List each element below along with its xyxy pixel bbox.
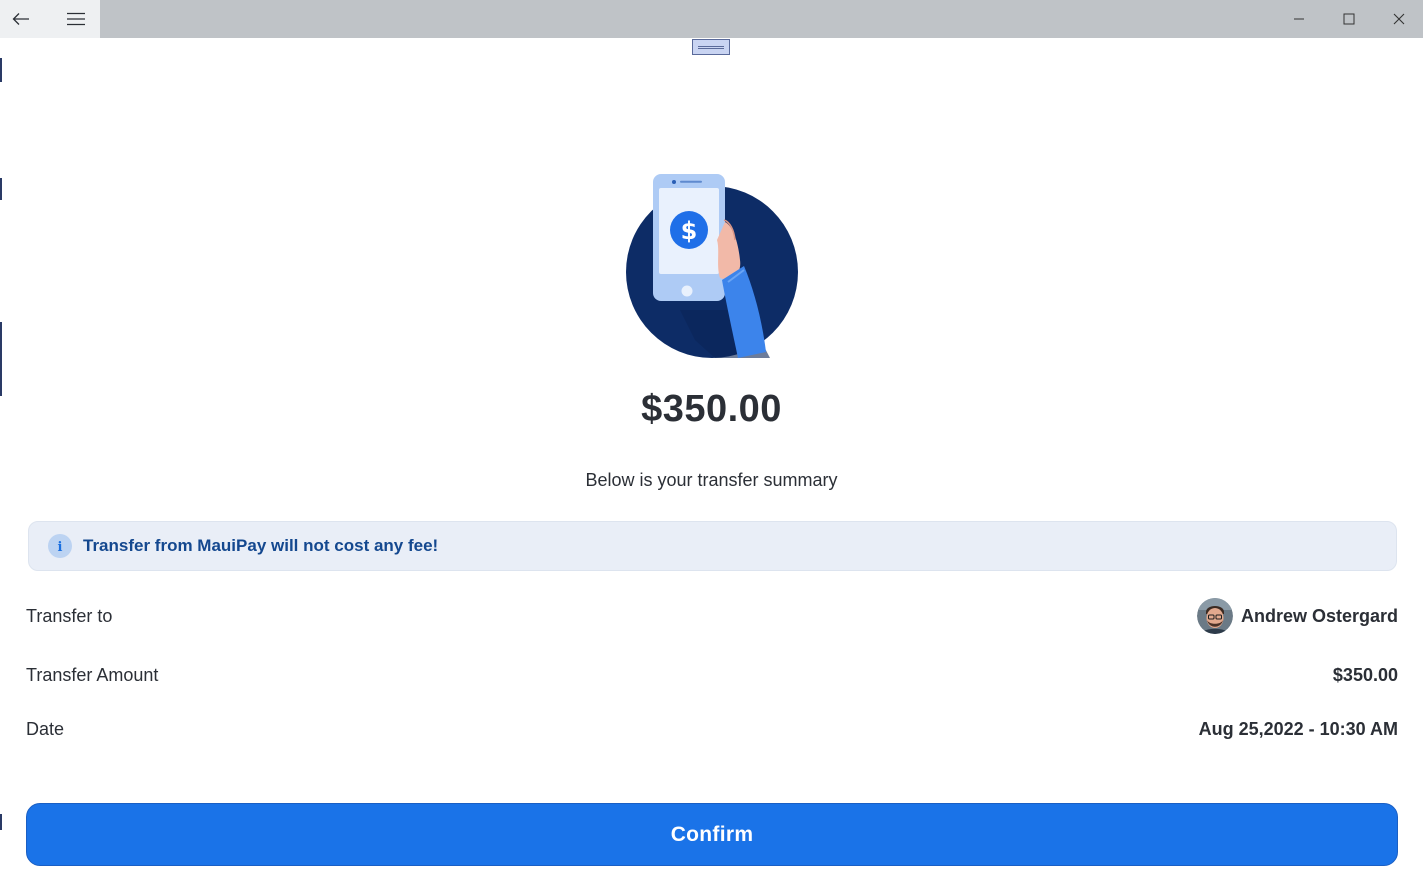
menu-button[interactable] (55, 0, 97, 38)
row-transfer-to: Transfer to Andrew Ostergard (26, 598, 1398, 634)
arrow-left-icon (12, 13, 29, 25)
transfer-to-label: Transfer to (26, 605, 113, 626)
close-icon (1393, 13, 1405, 25)
maximize-icon (1343, 13, 1355, 25)
svg-text:$: $ (681, 217, 698, 245)
transfer-amount-value: $350.00 (1332, 664, 1398, 685)
minimize-icon (1294, 18, 1304, 20)
left-edge (0, 38, 2, 891)
title-bar (0, 0, 1423, 38)
drag-handle[interactable] (692, 39, 730, 55)
summary-subtitle: Below is your transfer summary (585, 470, 838, 490)
info-icon: i (48, 534, 72, 558)
user-avatar (1196, 598, 1233, 634)
confirm-button[interactable]: Confirm (26, 803, 1398, 866)
transfer-amount-heading: $350.00 (641, 388, 782, 430)
close-button[interactable] (1376, 0, 1422, 38)
hamburger-menu-icon (67, 12, 85, 26)
phone-payment-illustration: $ (626, 174, 798, 358)
transfer-amount-label: Transfer Amount (26, 664, 159, 685)
fee-info-banner: i Transfer from MauiPay will not cost an… (28, 521, 1397, 571)
fee-info-text: Transfer from MauiPay will not cost any … (83, 536, 439, 555)
row-date: Date Aug 25,2022 - 10:30 AM (26, 714, 1398, 744)
minimize-button[interactable] (1276, 0, 1322, 38)
maximize-button[interactable] (1326, 0, 1372, 38)
row-transfer-amount: Transfer Amount $350.00 (26, 660, 1398, 690)
date-value: Aug 25,2022 - 10:30 AM (1198, 718, 1398, 739)
back-button[interactable] (0, 0, 42, 38)
transfer-to-value: Andrew Ostergard (1196, 598, 1398, 634)
recipient-name: Andrew Ostergard (1240, 605, 1398, 626)
date-label: Date (26, 718, 65, 739)
